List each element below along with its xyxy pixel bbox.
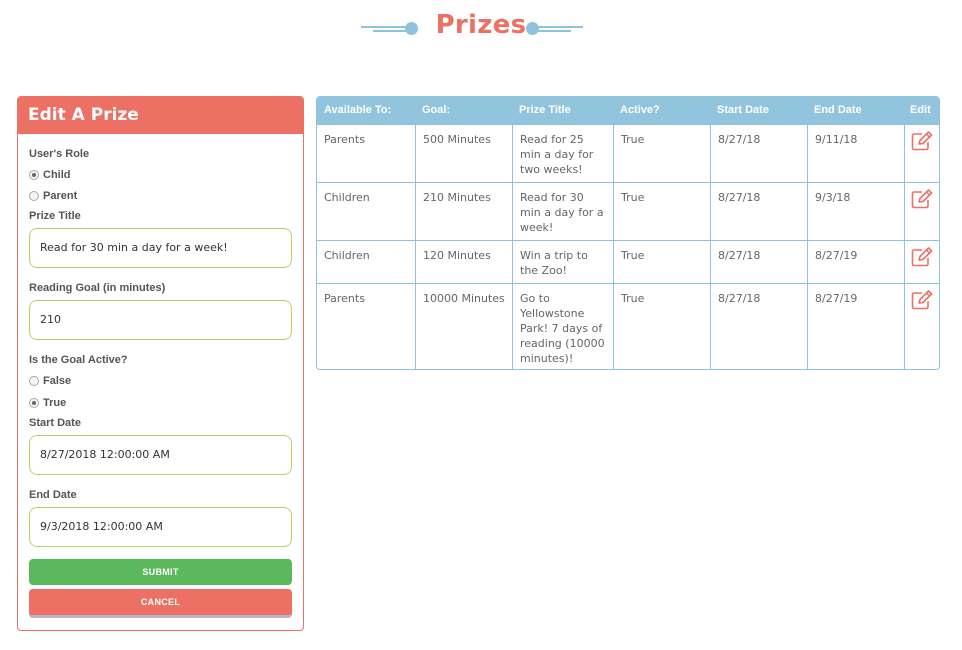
table-row: Parents 500 Minutes Read for 25 min a day … <box>317 124 939 182</box>
cell-available-to: Parents <box>324 133 365 146</box>
cell-available-to: Children <box>324 191 370 204</box>
table-row: Children 210 Minutes Read for 30 min a day… <box>317 182 939 240</box>
active-radio-false[interactable]: False <box>29 375 71 387</box>
role-parent-label: Parent <box>43 190 78 202</box>
cell-goal: 10000 Minutes <box>415 284 512 369</box>
cell-available-to: Parents <box>324 292 365 305</box>
cell-goal: 210 Minutes <box>415 183 512 240</box>
cell-prize-title: Win a trip to the Zoo! <box>512 241 613 283</box>
cell-start-date: 8/27/18 <box>710 284 807 369</box>
active-true-label: True <box>43 397 67 409</box>
page-title: Prizes <box>435 10 527 40</box>
cell-goal: 120 Minutes <box>415 241 512 283</box>
active-radio-true[interactable]: True <box>29 397 66 409</box>
column-header-start-date: Start Date <box>717 104 769 116</box>
radio-button[interactable] <box>29 191 39 201</box>
edit-prize-title: Edit A Prize <box>18 97 303 134</box>
cell-active: True <box>613 241 710 283</box>
cell-goal: 500 Minutes <box>415 125 512 182</box>
edit-prize-panel: Edit A Prize User's Role Child Parent Pr… <box>17 96 304 631</box>
edit-cell <box>904 125 939 182</box>
role-label: User's Role <box>29 148 90 160</box>
radio-button[interactable] <box>29 170 39 180</box>
table-row: Parents 10000 Minutes Go to Yellowstone Pa… <box>317 283 939 369</box>
cell-available-to: Children <box>324 249 370 262</box>
cell-end-date: 9/3/18 <box>807 183 904 240</box>
cell-prize-title: Read for 30 min a day for a week! <box>512 183 613 240</box>
end-date-label: End Date <box>29 489 77 501</box>
cell-prize-title: Read for 25 min a day for two weeks! <box>512 125 613 182</box>
cell-end-date: 9/11/18 <box>807 125 904 182</box>
column-header-edit: Edit <box>910 104 931 116</box>
prize-title-input[interactable]: Read for 30 min a day for a week! <box>29 228 292 268</box>
end-date-input[interactable]: 9/3/2018 12:00:00 AM <box>29 507 292 547</box>
column-header-prize-title: Prize Title <box>519 104 571 116</box>
radio-button[interactable] <box>29 376 39 386</box>
start-date-input[interactable]: 8/27/2018 12:00:00 AM <box>29 435 292 475</box>
cell-start-date: 8/27/18 <box>710 183 807 240</box>
role-child-label: Child <box>43 169 71 181</box>
table-header-row: Available To: Goal: Prize Title Active? … <box>317 97 939 124</box>
column-header-end-date: End Date <box>814 104 862 116</box>
start-date-label: Start Date <box>29 417 81 429</box>
pencil-square-icon[interactable] <box>911 290 933 310</box>
pencil-square-icon[interactable] <box>911 247 933 267</box>
cell-prize-title: Go to Yellowstone Park! 7 days of readin… <box>512 284 613 369</box>
cell-end-date: 8/27/19 <box>807 284 904 369</box>
page-header: Prizes <box>0 8 962 48</box>
cell-active: True <box>613 183 710 240</box>
cell-active: True <box>613 284 710 369</box>
reading-goal-label: Reading Goal (in minutes) <box>29 282 166 294</box>
pencil-square-icon[interactable] <box>911 131 933 151</box>
table-body: Parents 500 Minutes Read for 25 min a day … <box>317 124 939 369</box>
cell-end-date: 8/27/19 <box>807 241 904 283</box>
prizes-table: Available To: Goal: Prize Title Active? … <box>316 96 940 370</box>
submit-button[interactable]: SUBMIT <box>29 559 292 585</box>
edit-cell <box>904 241 939 283</box>
active-false-label: False <box>43 375 72 387</box>
title-decoration-right <box>526 20 584 36</box>
cancel-button[interactable]: CANCEL <box>29 589 292 618</box>
prize-title-label: Prize Title <box>29 210 81 222</box>
cell-start-date: 8/27/18 <box>710 125 807 182</box>
radio-button[interactable] <box>29 398 39 408</box>
edit-cell <box>904 284 939 369</box>
cell-active: True <box>613 125 710 182</box>
cell-start-date: 8/27/18 <box>710 241 807 283</box>
edit-cell <box>904 183 939 240</box>
table-row: Children 120 Minutes Win a trip to the Zoo… <box>317 240 939 283</box>
column-header-active: Active? <box>620 104 660 116</box>
role-radio-child[interactable]: Child <box>29 169 71 181</box>
reading-goal-input[interactable]: 210 <box>29 300 292 340</box>
pencil-square-icon[interactable] <box>911 189 933 209</box>
column-header-available-to: Available To: <box>324 104 392 116</box>
column-header-goal: Goal: <box>422 104 451 116</box>
role-radio-parent[interactable]: Parent <box>29 190 77 202</box>
goal-active-label: Is the Goal Active? <box>29 354 128 366</box>
